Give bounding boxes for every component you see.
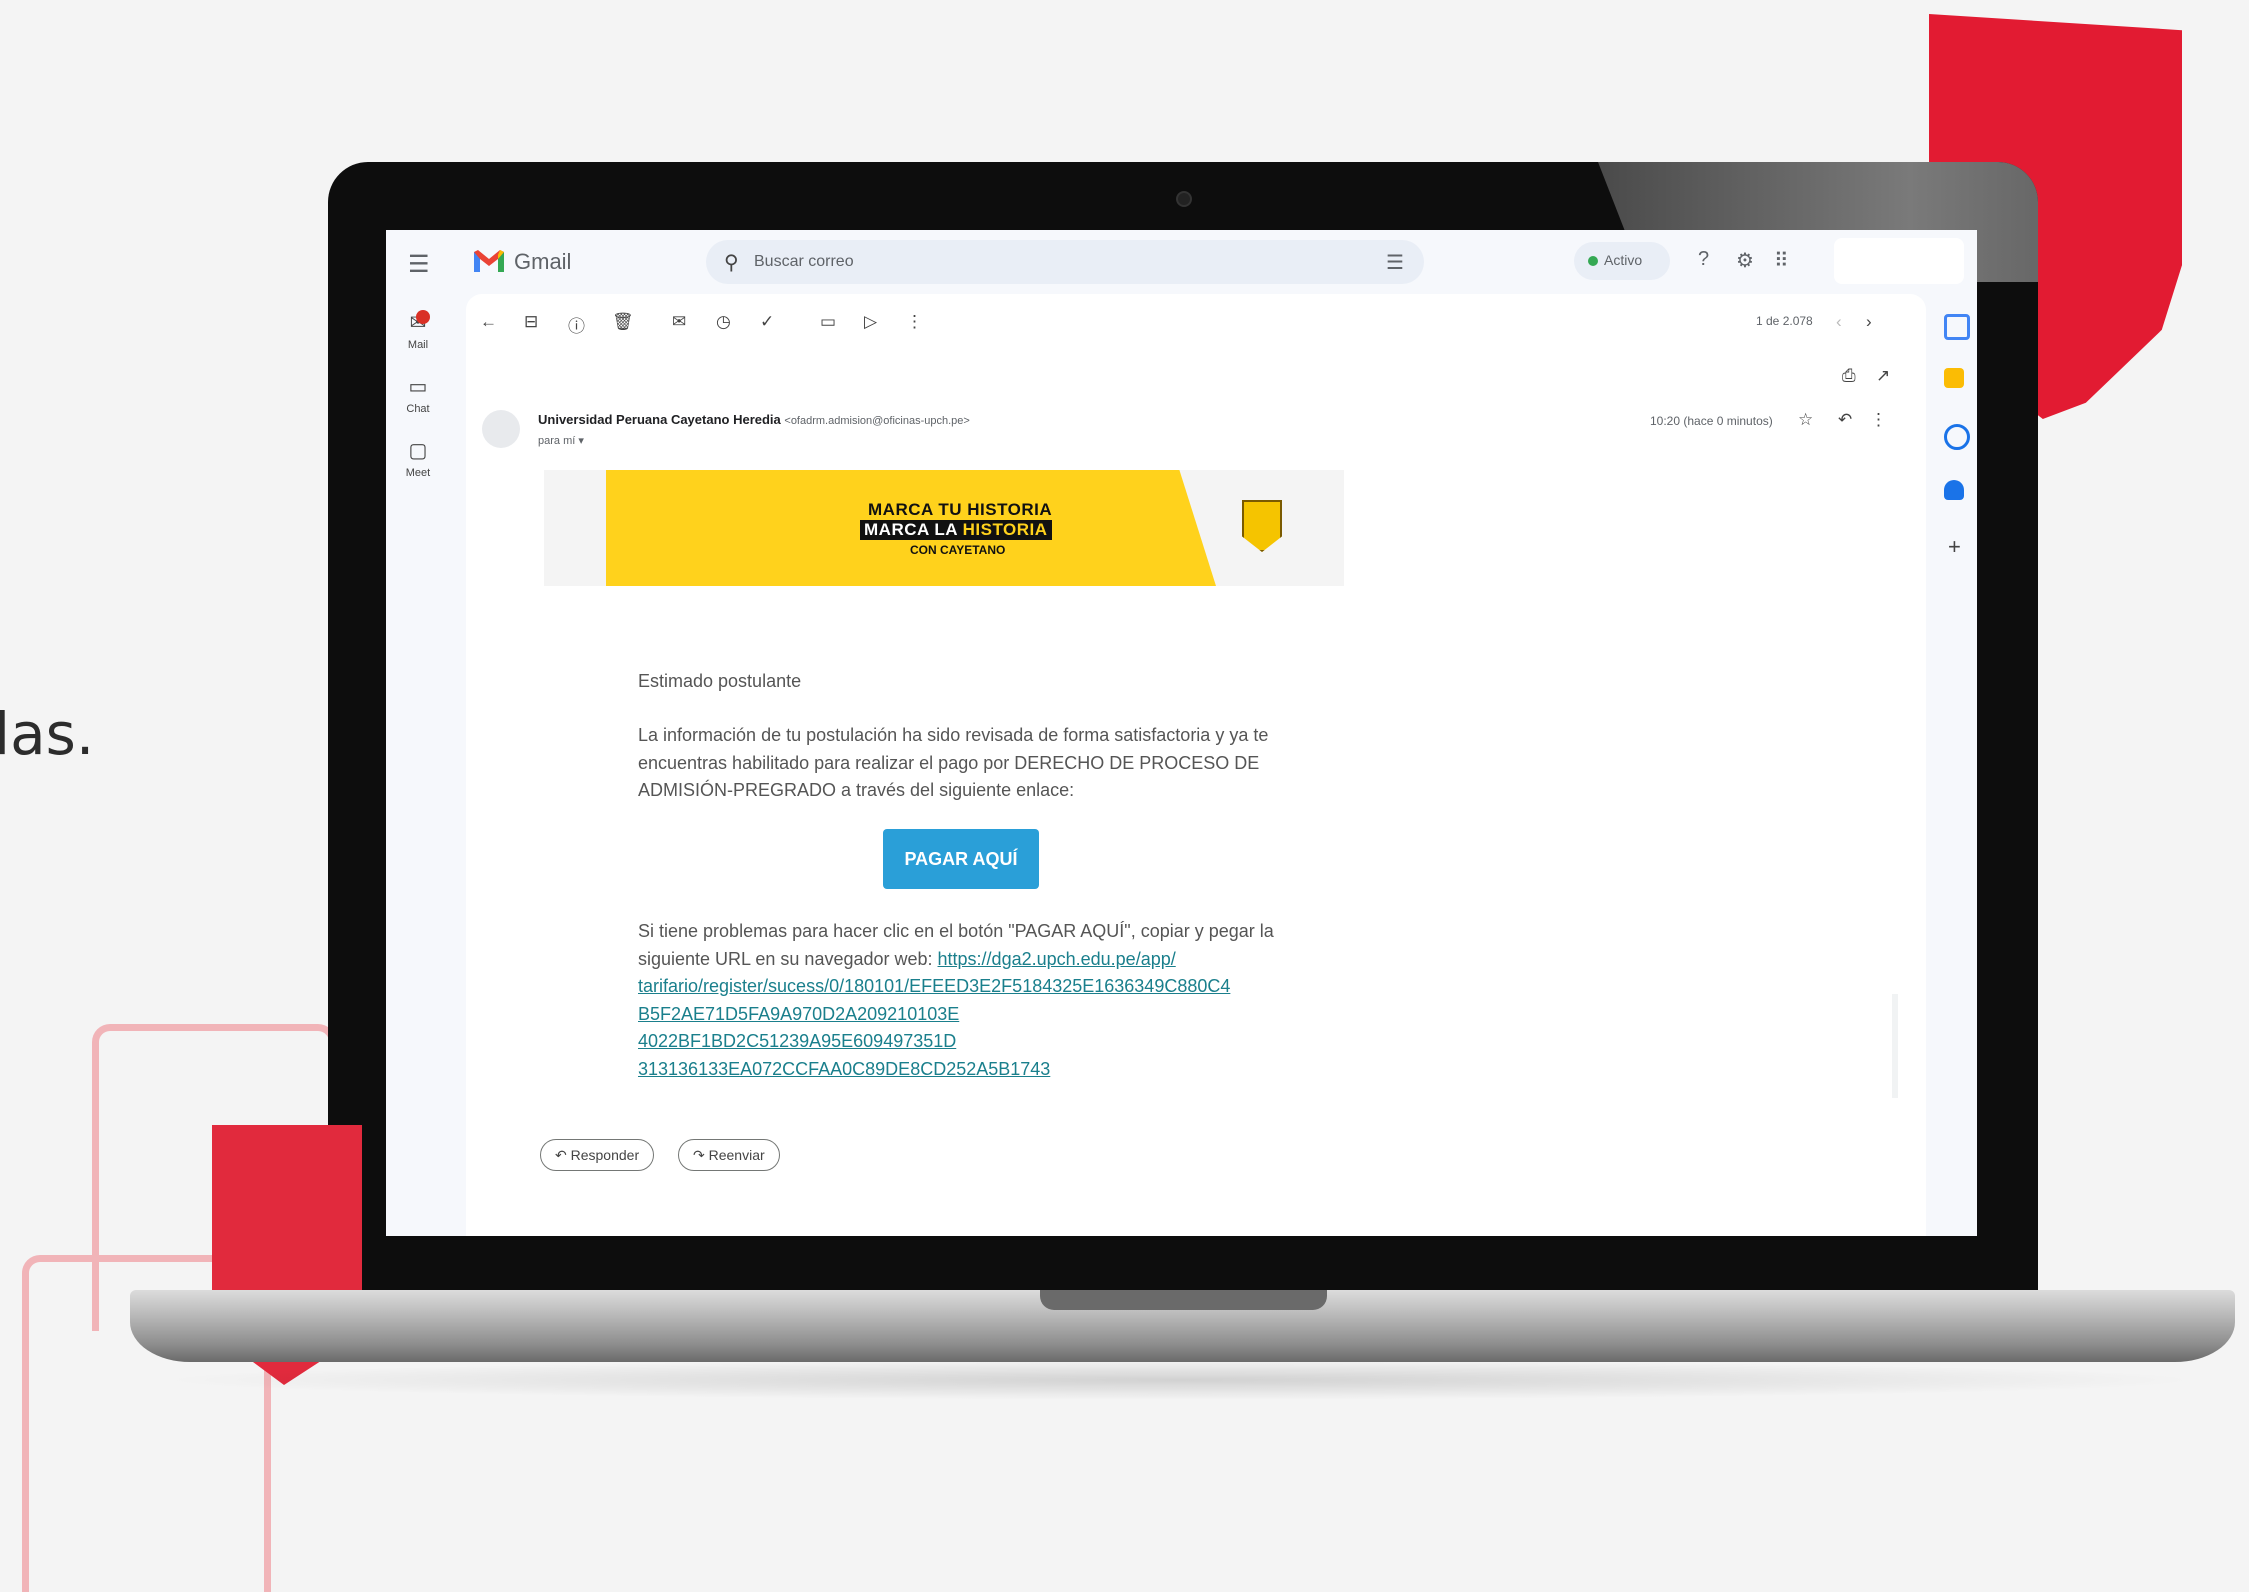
rail-item-meet[interactable]: ▢ Meet <box>386 438 450 479</box>
message-pane: ← ⊟ ⓘ 🗑 ✉ ◷ ✓ ▭ ▷ ⋮ 1 de 2.078 ‹ › ⎙ ↗ U… <box>466 294 1926 1236</box>
app-title: Gmail <box>514 249 572 274</box>
menu-icon[interactable]: ☰ <box>408 250 430 279</box>
payment-link[interactable]: tarifario/register/sucess/0/180101/EFEED… <box>638 976 1230 996</box>
banner-line2: MARCA LA HISTORIA <box>860 520 1052 540</box>
forward-label: Reenviar <box>708 1146 765 1163</box>
archive-icon[interactable]: ⊟ <box>524 312 538 332</box>
payment-link[interactable]: B5F2AE71D5FA9A970D2A209210103E <box>638 1004 959 1024</box>
calendar-icon[interactable] <box>1944 314 1970 340</box>
reply-label: Responder <box>570 1146 640 1163</box>
reply-button[interactable]: ↶ Responder <box>540 1139 655 1171</box>
add-addon-icon[interactable]: + <box>1948 534 1961 560</box>
gmail-header: ☰ Gmail ⚲ Buscar correo ☰ Activo ? ⚙ ⠿ <box>386 230 1977 294</box>
gmail-screen: ☰ Gmail ⚲ Buscar correo ☰ Activo ? ⚙ ⠿ ✉… <box>386 230 1977 1236</box>
sender-line: Universidad Peruana Cayetano Heredia <of… <box>538 412 970 427</box>
gmail-logo-icon[interactable] <box>472 248 506 274</box>
print-icon[interactable]: ⎙ <box>1842 366 1856 386</box>
rail-label: Mail <box>407 339 429 351</box>
sender-name: Universidad Peruana Cayetano Heredia <box>538 412 781 427</box>
search-icon[interactable]: ⚲ <box>724 250 739 275</box>
rail-label: Chat <box>406 403 430 415</box>
status-selector[interactable]: Activo <box>1574 242 1670 280</box>
left-rail: ✉ Mail ▭ Chat ▢ Meet <box>386 294 450 1236</box>
keep-icon[interactable] <box>1944 368 1964 388</box>
side-text-fragment: las. <box>0 700 95 768</box>
scrollbar[interactable] <box>1892 994 1898 1098</box>
banner-line2-b: HISTORIA <box>962 520 1048 539</box>
avatar <box>482 410 520 448</box>
message-time: 10:20 (hace 0 minutos) <box>1650 414 1773 428</box>
tasks-icon[interactable] <box>1944 424 1970 450</box>
contacts-icon[interactable] <box>1944 480 1964 500</box>
report-spam-icon[interactable]: ⓘ <box>568 312 585 337</box>
sender-email: <ofadrm.admision@oficinas-upch.pe> <box>784 415 970 427</box>
delete-icon[interactable]: 🗑 <box>612 312 634 332</box>
reply-icon[interactable]: ↶ <box>1838 410 1852 430</box>
search-bar[interactable]: ⚲ Buscar correo ☰ <box>706 240 1424 284</box>
banner-line3: CON CAYETANO <box>910 543 1006 557</box>
snooze-icon[interactable]: ◷ <box>716 312 731 332</box>
message-more-icon[interactable]: ⋮ <box>1870 410 1887 430</box>
paragraph-2: Si tiene problemas para hacer clic en el… <box>638 918 1318 1083</box>
reply-icon: ↶ <box>555 1146 567 1163</box>
account-area[interactable] <box>1834 238 1964 284</box>
right-side-panel: + <box>1936 294 1976 1236</box>
notification-badge <box>416 310 430 324</box>
star-icon[interactable]: ☆ <box>1798 410 1813 430</box>
status-dot <box>1588 256 1598 266</box>
meet-icon: ▢ <box>408 440 428 462</box>
rail-label: Meet <box>405 467 431 479</box>
forward-button[interactable]: ↷ Reenviar <box>678 1139 780 1171</box>
payment-link[interactable]: 313136133EA072CCFAA0C89DE8CD252A5B1743 <box>638 1059 1050 1079</box>
banner-line2-a: MARCA LA <box>864 520 963 539</box>
search-input[interactable]: Buscar correo <box>754 253 854 271</box>
recipient-line[interactable]: para mí ▾ <box>538 434 584 447</box>
laptop-notch <box>1040 1290 1327 1310</box>
settings-gear-icon[interactable]: ⚙ <box>1736 248 1754 273</box>
pagination: 1 de 2.078 <box>1756 314 1813 328</box>
payment-link[interactable]: https://dga2.upch.edu.pe/app/ <box>938 949 1176 969</box>
paragraph-1: La información de tu postulación ha sido… <box>638 725 1269 800</box>
chevron-down-icon[interactable]: ▾ <box>578 435 584 447</box>
open-new-window-icon[interactable]: ↗ <box>1876 366 1890 386</box>
webcam <box>1176 191 1192 207</box>
back-arrow-icon[interactable]: ← <box>480 312 497 332</box>
chat-icon: ▭ <box>408 376 428 398</box>
apps-grid-icon[interactable]: ⠿ <box>1774 248 1789 273</box>
prev-icon[interactable]: ‹ <box>1836 312 1842 332</box>
greeting: Estimado postulante <box>638 671 802 691</box>
move-to-icon[interactable]: ▭ <box>820 312 836 332</box>
payment-link[interactable]: 4022BF1BD2C51239A95E609497351D <box>638 1031 956 1051</box>
rail-item-chat[interactable]: ▭ Chat <box>386 374 450 415</box>
recipient: para mí <box>538 435 576 447</box>
next-icon[interactable]: › <box>1866 312 1872 332</box>
laptop-shadow <box>150 1360 2210 1400</box>
forward-icon: ↷ <box>693 1146 705 1163</box>
search-options-icon[interactable]: ☰ <box>1386 250 1404 275</box>
pay-button[interactable]: PAGAR AQUÍ <box>883 829 1039 889</box>
banner-line1: MARCA TU HISTORIA <box>868 500 1053 519</box>
add-task-icon[interactable]: ✓ <box>760 312 774 332</box>
mark-unread-icon[interactable]: ✉ <box>672 312 686 332</box>
more-options-icon[interactable]: ⋮ <box>906 312 923 332</box>
status-label: Activo <box>1604 252 1643 268</box>
label-icon[interactable]: ▷ <box>864 312 877 332</box>
help-icon[interactable]: ? <box>1698 248 1709 271</box>
